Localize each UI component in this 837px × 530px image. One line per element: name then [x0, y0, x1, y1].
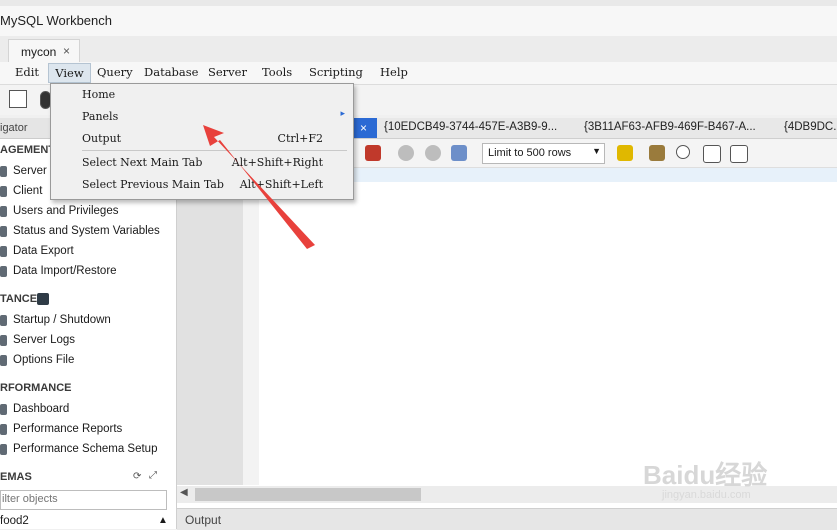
red-arrow-icon	[203, 125, 315, 249]
baidu-watermark: Baidu经验	[643, 460, 768, 490]
baidu-watermark-url: jingyan.baidu.com	[662, 489, 751, 501]
annotation-arrow	[203, 125, 315, 249]
